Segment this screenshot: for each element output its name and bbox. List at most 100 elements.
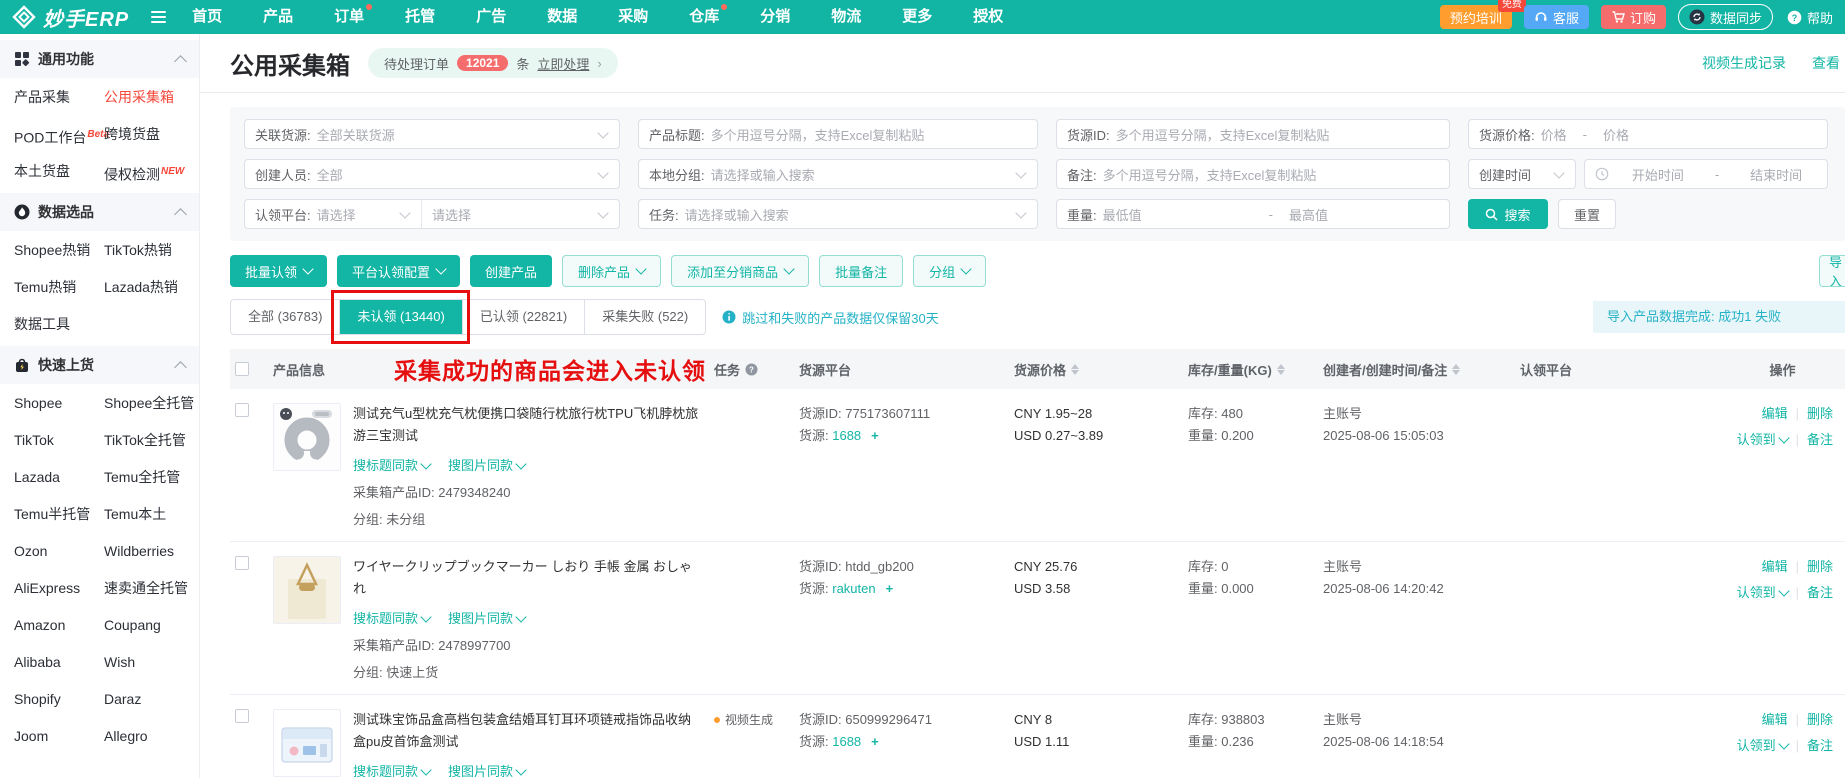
filter-task-select[interactable]: 任务:请选择或输入搜索 <box>638 199 1038 229</box>
chevron-up-icon[interactable] <box>174 55 187 68</box>
source-link[interactable]: 1688 <box>832 731 861 753</box>
sidebar-section-header[interactable]: 数据选品 <box>0 193 199 231</box>
toolbar-button[interactable]: 批量备注 <box>819 255 903 287</box>
sidebar-item[interactable]: Allegro <box>104 718 200 755</box>
row-checkbox[interactable] <box>235 556 249 570</box>
filter-creator-select[interactable]: 创建人员:全部 <box>244 159 620 189</box>
sidebar-section-header[interactable]: 快速上货 <box>0 346 199 384</box>
filter-product-title-input[interactable]: 产品标题:多个用逗号分隔，支持Excel复制粘贴 <box>638 119 1038 149</box>
status-tab[interactable]: 采集失败 (522) <box>584 300 705 334</box>
sidebar-item[interactable]: Shopify <box>14 681 104 718</box>
chevron-up-icon[interactable] <box>174 361 187 374</box>
nav-item[interactable]: 更多 <box>902 0 932 34</box>
sidebar-item[interactable]: Wildberries <box>104 533 200 570</box>
sidebar-item[interactable]: TikTok <box>14 422 104 459</box>
status-tab[interactable]: 已认领 (22821) <box>462 300 584 334</box>
toolbar-button[interactable]: 创建产品 <box>470 255 552 287</box>
sidebar-item[interactable]: Temu热销 <box>14 269 104 306</box>
delete-link[interactable]: 删除 <box>1807 556 1833 578</box>
product-image[interactable] <box>273 709 341 777</box>
book-training-button[interactable]: 预约培训 免费 <box>1440 5 1512 29</box>
claim-to-link[interactable]: 认领到 <box>1737 582 1788 604</box>
process-now-link[interactable]: 立即处理 <box>537 54 589 73</box>
toolbar-button[interactable]: 平台认领配置 <box>337 255 460 287</box>
nav-item[interactable]: 订单 <box>334 0 364 34</box>
product-image[interactable] <box>273 556 341 624</box>
sort-icon[interactable] <box>1277 364 1285 375</box>
search-same-title-link[interactable]: 搜标题同款 <box>353 608 430 630</box>
sidebar-item[interactable]: Amazon <box>14 607 104 644</box>
sidebar-item[interactable]: Alibaba <box>14 644 104 681</box>
filter-remark-input[interactable]: 备注:多个用逗号分隔，支持Excel复制粘贴 <box>1056 159 1450 189</box>
sidebar-item[interactable]: 公用采集箱 <box>104 79 200 116</box>
sidebar-item[interactable]: Lazada <box>14 459 104 496</box>
search-same-title-link[interactable]: 搜标题同款 <box>353 455 430 477</box>
filter-related-source-select[interactable]: 关联货源:全部关联货源 <box>244 119 620 149</box>
sidebar-section-header[interactable]: 通用功能 <box>0 40 199 78</box>
toolbar-button[interactable]: 添加至分销商品 <box>671 255 809 287</box>
sidebar-item[interactable]: Shopee全托管 <box>104 385 200 422</box>
sidebar-item[interactable]: Wish <box>104 644 200 681</box>
row-checkbox[interactable] <box>235 709 249 723</box>
search-button[interactable]: 搜索 <box>1468 199 1548 229</box>
sidebar-item[interactable]: Shopee <box>14 385 104 422</box>
sidebar-item[interactable]: TikTok全托管 <box>104 422 200 459</box>
view-link[interactable]: 查看 <box>1812 53 1840 73</box>
sidebar-item[interactable]: POD工作台Beta <box>14 116 104 153</box>
import-export-button[interactable]: 导入 <box>1819 255 1845 287</box>
product-title[interactable]: ワイヤークリップブックマーカー しおり 手帳 金属 おしゃれ <box>353 556 701 600</box>
add-source-icon[interactable]: + <box>871 734 879 749</box>
filter-weight-range[interactable]: 重量:最低值-最高值 <box>1056 199 1450 229</box>
product-image[interactable] <box>273 403 341 471</box>
source-link[interactable]: 1688 <box>832 425 861 447</box>
product-title[interactable]: 测试充气u型枕充气枕便携口袋随行枕旅行枕TPU飞机脖枕旅游三宝测试 <box>353 403 701 447</box>
remark-link[interactable]: 备注 <box>1807 429 1833 451</box>
sort-icon[interactable] <box>1071 364 1079 375</box>
nav-item[interactable]: 仓库 <box>689 0 719 34</box>
chevron-up-icon[interactable] <box>174 208 187 221</box>
filter-source-price-range[interactable]: 货源价格:价格-价格 <box>1468 119 1828 149</box>
search-same-image-link[interactable]: 搜图片同款 <box>448 455 525 477</box>
sidebar-item[interactable]: Lazada热销 <box>104 269 200 306</box>
sidebar-item[interactable]: 速卖通全托管 <box>104 570 200 607</box>
source-link[interactable]: rakuten <box>832 578 875 600</box>
reset-button[interactable]: 重置 <box>1558 199 1616 229</box>
filter-local-group-select[interactable]: 本地分组:请选择或输入搜索 <box>638 159 1038 189</box>
edit-link[interactable]: 编辑 <box>1762 709 1788 731</box>
menu-toggle-icon[interactable] <box>151 11 166 23</box>
subscribe-button[interactable]: 订购 <box>1601 5 1666 29</box>
sidebar-item[interactable]: Coupang <box>104 607 200 644</box>
sidebar-item[interactable]: 跨境货盘 <box>104 116 200 153</box>
remark-link[interactable]: 备注 <box>1807 735 1833 757</box>
nav-item[interactable]: 广告 <box>476 0 506 34</box>
sidebar-item[interactable]: 本土货盘 <box>14 153 104 190</box>
help-button[interactable]: ? 帮助 <box>1785 5 1835 29</box>
row-checkbox[interactable] <box>235 403 249 417</box>
sidebar-item[interactable]: Daraz <box>104 681 200 718</box>
nav-item[interactable]: 首页 <box>192 0 222 34</box>
sidebar-item[interactable]: 数据工具 <box>14 306 104 343</box>
sidebar-item[interactable]: 产品采集 <box>14 79 104 116</box>
delete-link[interactable]: 删除 <box>1807 403 1833 425</box>
filter-time-type-select[interactable]: 创建时间 <box>1468 159 1576 189</box>
toolbar-button[interactable]: 删除产品 <box>562 255 661 287</box>
filter-date-range[interactable]: 开始时间-结束时间 <box>1584 159 1828 189</box>
nav-item[interactable]: 采购 <box>618 0 648 34</box>
select-all-checkbox[interactable] <box>235 362 249 376</box>
nav-item[interactable]: 托管 <box>405 0 435 34</box>
sidebar-item[interactable]: 侵权检测NEW <box>104 153 200 190</box>
search-same-title-link[interactable]: 搜标题同款 <box>353 761 430 778</box>
sidebar-item[interactable]: TikTok热销 <box>104 232 200 269</box>
add-source-icon[interactable]: + <box>886 581 894 596</box>
sidebar-item[interactable]: Ozon <box>14 533 104 570</box>
edit-link[interactable]: 编辑 <box>1762 556 1788 578</box>
sidebar-item[interactable]: Shopee热销 <box>14 232 104 269</box>
app-logo[interactable]: 妙手ERP <box>12 3 129 32</box>
filter-source-id-input[interactable]: 货源ID:多个用逗号分隔，支持Excel复制粘贴 <box>1056 119 1450 149</box>
claim-to-link[interactable]: 认领到 <box>1737 735 1788 757</box>
remark-link[interactable]: 备注 <box>1807 582 1833 604</box>
customer-service-button[interactable]: 客服 <box>1524 5 1589 29</box>
video-record-link[interactable]: 视频生成记录 <box>1702 53 1786 73</box>
nav-item[interactable]: 分销 <box>760 0 790 34</box>
product-title[interactable]: 测试珠宝饰品盒高档包装盒结婚耳钉耳环项链戒指饰品收纳盒pu皮首饰盒测试 <box>353 709 701 753</box>
